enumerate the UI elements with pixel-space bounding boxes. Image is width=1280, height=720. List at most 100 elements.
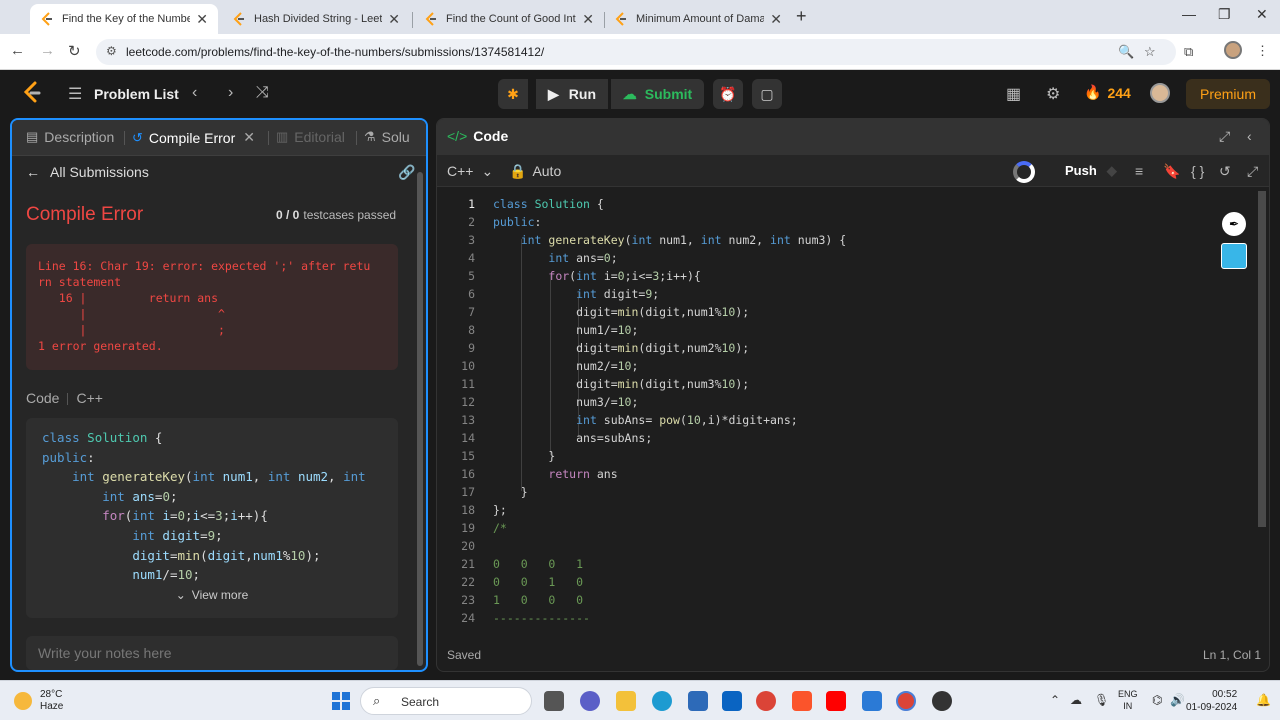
close-window-icon[interactable]: ✕ [1256, 6, 1268, 23]
brave-browser-icon[interactable] [792, 691, 812, 711]
zoom-icon[interactable]: 🔍 [1118, 44, 1134, 60]
github-icon[interactable] [932, 691, 952, 711]
submit-button[interactable]: ☁ Submit [611, 79, 704, 109]
extensions-icon[interactable]: ⧉ [1184, 44, 1193, 60]
left-scrollbar[interactable] [416, 164, 424, 670]
browser-tab-good-integers[interactable]: Find the Count of Good Integer ✕ [414, 4, 604, 34]
language-indicator[interactable]: ENG IN [1118, 688, 1138, 712]
premium-button[interactable]: Premium [1186, 79, 1270, 109]
extension-badge-icon[interactable] [1221, 243, 1247, 269]
chrome-active-icon[interactable] [896, 691, 916, 711]
mail-icon[interactable] [722, 691, 742, 711]
tab-compile-error[interactable]: ↺ Compile Error ✕ [132, 129, 255, 146]
bookmark-icon[interactable]: 🔖 [1163, 163, 1180, 180]
fullscreen-icon[interactable]: ⤢ [1247, 163, 1258, 180]
site-info-icon[interactable]: ⚙ [106, 44, 117, 58]
auto-mode[interactable]: 🔒 Auto [509, 163, 561, 180]
tab-title: Hash Divided String - LeetCode [254, 13, 383, 25]
language-select[interactable]: C++ ⌄ [447, 163, 493, 180]
browser-profile-avatar[interactable] [1224, 41, 1242, 59]
tab-close-icon[interactable]: ✕ [196, 11, 208, 28]
taskbar-search[interactable]: ⌕ Search [360, 687, 532, 715]
tab-title: Minimum Amount of Damage D [636, 13, 765, 25]
tab-close-icon[interactable]: ✕ [770, 11, 782, 28]
weather-widget[interactable]: 28°C Haze [14, 689, 63, 713]
layout-icon[interactable]: ▦ [1006, 84, 1021, 104]
tab-close-icon[interactable]: ✕ [243, 129, 255, 146]
share-link-icon[interactable]: 🔗 [398, 164, 415, 181]
file-explorer-icon[interactable] [616, 691, 636, 711]
git-diamond-icon: ◆ [1106, 163, 1117, 178]
tab-close-icon[interactable]: ✕ [582, 11, 594, 28]
notes-icon[interactable]: ▢ [752, 79, 782, 109]
browser-tab-find-key[interactable]: Find the Key of the Numbers - L ✕ [30, 4, 218, 34]
tab-close-icon[interactable]: ✕ [388, 11, 400, 28]
format-icon[interactable]: ≡ [1135, 163, 1143, 179]
braces-icon[interactable]: { } [1191, 163, 1204, 179]
code-editor[interactable]: 1 class Solution { 2 public: 3 int generat… [437, 191, 1257, 627]
system-clock[interactable]: 00:52 01-09-2024 [1186, 688, 1237, 714]
testcases-passed: 0 / 0 testcases passed [276, 208, 397, 222]
browser-tab-minimum-damage[interactable]: Minimum Amount of Damage D ✕ [604, 4, 792, 34]
restore-icon[interactable]: ❐ [1218, 6, 1231, 23]
vscode-icon[interactable] [862, 691, 882, 711]
chrome-icon[interactable] [756, 691, 776, 711]
debug-bug-icon[interactable]: ✱ [498, 79, 528, 109]
tab-description[interactable]: ▤ Description [26, 129, 114, 145]
run-button[interactable]: ▶ Run [536, 79, 608, 109]
windows-start-icon[interactable] [332, 692, 350, 710]
code-panel-header: </> Code ⤢ ‹ [437, 119, 1269, 155]
problem-list-icon[interactable]: ☰ [68, 84, 82, 104]
leetcode-logo[interactable] [22, 81, 42, 105]
editor-scrollbar[interactable] [1255, 191, 1267, 627]
address-bar[interactable]: ⚙ leetcode.com/problems/find-the-key-of-… [96, 39, 1176, 65]
prev-problem-icon[interactable]: ‹ [192, 84, 197, 102]
forward-icon[interactable]: → [40, 42, 55, 59]
shuffle-icon[interactable]: ⤨ [256, 84, 269, 102]
notification-icon[interactable]: 🔔 [1256, 693, 1271, 707]
pen-tool-icon[interactable]: ✒ [1222, 212, 1246, 236]
network-icon[interactable]: ☁ [1070, 693, 1082, 707]
youtube-icon[interactable] [826, 691, 846, 711]
volume-icon[interactable]: 🔊 [1170, 693, 1185, 707]
loading-spinner-icon [1013, 161, 1035, 183]
edge-browser-icon[interactable] [652, 691, 672, 711]
minimize-icon[interactable]: — [1182, 6, 1196, 22]
problem-list-link[interactable]: Problem List [94, 86, 179, 102]
left-panel: ▤ Description ↺ Compile Error ✕ ▥ Editorial … [10, 118, 428, 672]
leetcode-favicon-icon [40, 12, 54, 26]
browser-menu-icon[interactable]: ⋮ [1256, 43, 1269, 59]
browser-tab-hash-divided[interactable]: Hash Divided String - LeetCode ✕ [222, 4, 410, 34]
bookmark-star-icon[interactable]: ☆ [1144, 44, 1156, 60]
tray-chevron-icon[interactable]: ⌃ [1050, 693, 1060, 707]
tab-editorial[interactable]: ▥ Editorial [276, 129, 345, 145]
collapse-panel-icon[interactable]: ‹ [1247, 128, 1252, 144]
next-problem-icon[interactable]: › [228, 84, 233, 102]
leetcode-favicon-icon [232, 12, 246, 26]
streak-counter[interactable]: 🔥 244 [1084, 84, 1131, 101]
wifi-icon[interactable]: ⌬ [1152, 693, 1162, 707]
error-message: Line 16: Char 19: error: expected ';' af… [26, 244, 398, 370]
new-tab-icon[interactable]: + [796, 6, 807, 27]
notes-input[interactable]: Write your notes here [26, 636, 398, 670]
push-button[interactable]: Push ◆ [1065, 163, 1117, 179]
editor-status-bar: Saved Ln 1, Col 1 [437, 645, 1269, 671]
reset-icon[interactable]: ↺ [1219, 163, 1231, 180]
store-icon[interactable] [688, 691, 708, 711]
chat-icon[interactable] [580, 691, 600, 711]
leetcode-favicon-icon [614, 12, 628, 26]
maximize-icon[interactable]: ⤢ [1219, 128, 1230, 145]
settings-gear-icon[interactable]: ⚙ [1046, 84, 1060, 104]
timer-icon[interactable]: ⏰ [713, 79, 743, 109]
back-icon[interactable]: ← [10, 42, 25, 59]
view-more-button[interactable]: ⌄ View more [26, 588, 398, 602]
all-submissions-link[interactable]: ← All Submissions [26, 164, 149, 180]
url-text: leetcode.com/problems/find-the-key-of-th… [126, 45, 545, 59]
code-panel: </> Code ⤢ ‹ C++ ⌄ 🔒 Auto Push ◆ ≡ 🔖 { } ↺ ⤢… [436, 118, 1270, 672]
mic-icon[interactable]: 🎙 [1094, 693, 1109, 707]
user-avatar[interactable] [1150, 83, 1170, 103]
task-view-icon[interactable] [544, 691, 564, 711]
browser-tab-strip: Find the Key of the Numbers - L ✕ Hash D… [0, 0, 1280, 34]
reload-icon[interactable]: ↻ [68, 42, 81, 60]
tab-solutions[interactable]: ⚗ Solu [364, 129, 410, 145]
